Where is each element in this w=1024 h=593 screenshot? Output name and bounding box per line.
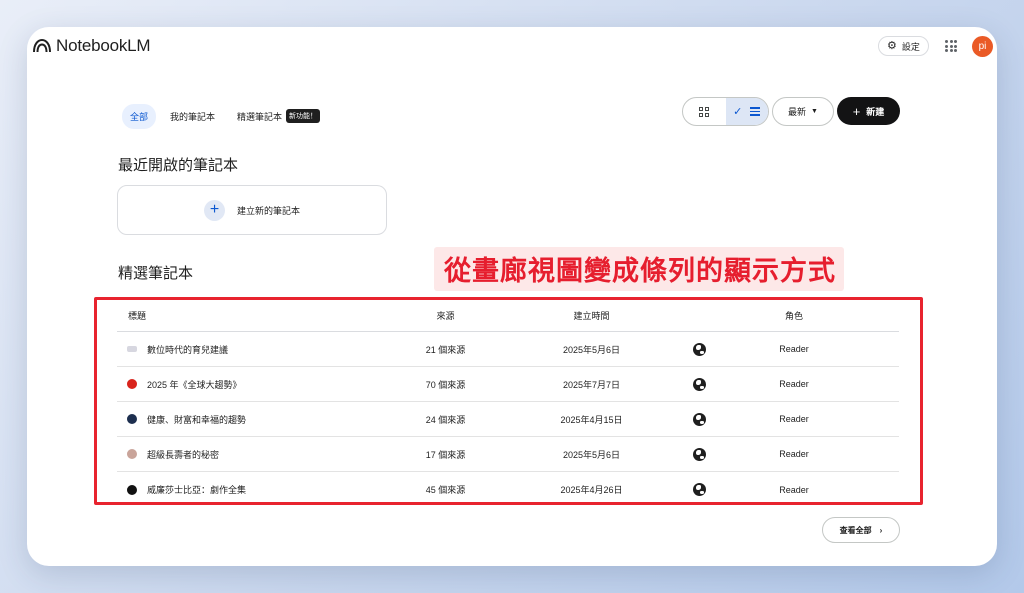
row-visibility-cell [659, 412, 739, 426]
row-visibility-cell [659, 483, 739, 496]
annotation-callout: 從畫廊視圖變成條列的顯示方式 [434, 247, 844, 291]
settings-button[interactable]: ⚙ 設定 [878, 36, 929, 56]
public-globe-icon [692, 412, 706, 426]
sort-label: 最新 [788, 107, 807, 117]
tab-all[interactable]: 全部 [122, 103, 157, 129]
caret-down-icon: ▼ [811, 108, 818, 115]
row-sources: 21 個來源 [425, 344, 466, 355]
row-visibility-cell [659, 447, 739, 461]
table-row[interactable]: 2025 年《全球大趨勢》 70 個來源 2025年7月7日 Reader [117, 367, 899, 402]
row-title-cell: 超級長壽者的秘密 [117, 448, 367, 461]
row-created: 2025年5月6日 [562, 344, 621, 355]
new-feature-badge: 新功能！ [286, 109, 321, 123]
notebook-thumbnail-icon [127, 379, 137, 389]
tab-label: 全部 [130, 111, 149, 122]
row-role: Reader [779, 379, 809, 389]
notebook-thumbnail-icon [127, 449, 137, 459]
notebook-thumbnail-icon [127, 484, 137, 495]
public-globe-icon [692, 447, 706, 461]
column-header-created[interactable]: 建立時間 [524, 309, 659, 322]
row-sources: 17 個來源 [425, 449, 466, 460]
row-visibility-cell [659, 377, 739, 391]
tab-label: 精選筆記本 [237, 111, 283, 122]
grid-view-icon [699, 106, 710, 117]
table-header: 標題 來源 建立時間 角色 [117, 299, 899, 332]
notebook-thumbnail-icon [127, 346, 137, 352]
new-label: 新建 [866, 106, 885, 117]
gear-icon: ⚙ [887, 39, 897, 52]
row-role: Reader [779, 344, 809, 354]
row-role: Reader [779, 484, 809, 495]
row-title: 數位時代的育兒建議 [147, 344, 229, 355]
chevron-right-icon: › [879, 525, 883, 535]
row-created: 2025年5月6日 [562, 449, 621, 460]
avatar[interactable]: pi [972, 36, 993, 57]
app-logo[interactable]: NotebookLM [33, 36, 151, 56]
public-globe-icon [692, 483, 706, 496]
public-globe-icon [692, 377, 706, 391]
row-title-cell: 數位時代的育兒建議 [117, 343, 367, 356]
settings-label: 設定 [901, 41, 920, 52]
list-view-icon [750, 107, 761, 116]
column-header-title[interactable]: 標題 [117, 309, 367, 322]
table-row[interactable]: 超級長壽者的秘密 17 個來源 2025年5月6日 Reader [117, 437, 899, 472]
row-title: 威廉莎士比亞：劇作全集 [147, 485, 247, 495]
notebooklm-logo-icon [33, 39, 51, 53]
view-all-button[interactable]: 查看全部 › [822, 517, 900, 543]
row-sources: 70 個來源 [425, 379, 466, 390]
featured-notebooks-table: 標題 來源 建立時間 角色 數位時代的育兒建議 21 個來源 2025年5月6日… [117, 299, 899, 507]
row-title: 超級長壽者的秘密 [147, 449, 220, 460]
column-header-role[interactable]: 角色 [739, 309, 849, 322]
plus-icon: + [203, 199, 225, 221]
sort-dropdown[interactable]: 最新 ▼ [772, 97, 834, 126]
table-row[interactable]: 威廉莎士比亞：劇作全集 45 個來源 2025年4月26日 Reader [117, 472, 899, 507]
row-created: 2025年4月15日 [560, 414, 623, 425]
create-notebook-label: 建立新的筆記本 [236, 205, 300, 216]
create-notebook-card[interactable]: + 建立新的筆記本 [117, 185, 387, 235]
filter-tabs: 全部 我的筆記本 精選筆記本 新功能！ [122, 103, 328, 129]
row-sources: 45 個來源 [425, 485, 466, 495]
app-window: NotebookLM ⚙ 設定 pi 全部 我的筆記本 精選筆記本 新功能！ ✓… [27, 27, 997, 566]
tab-my-notebooks[interactable]: 我的筆記本 [162, 104, 223, 129]
table-row[interactable]: 健康、財富和幸福的趨勢 24 個來源 2025年4月15日 Reader [117, 402, 899, 437]
row-title: 2025 年《全球大趨勢》 [147, 379, 242, 390]
app-title: NotebookLM [56, 36, 151, 55]
row-created: 2025年4月26日 [560, 485, 623, 495]
row-title-cell: 2025 年《全球大趨勢》 [117, 378, 367, 391]
grid-view-button[interactable] [683, 98, 726, 125]
plus-icon: + [852, 103, 861, 119]
row-sources: 24 個來源 [425, 414, 466, 425]
featured-section-title: 精選筆記本 [118, 265, 194, 282]
table-row[interactable]: 數位時代的育兒建議 21 個來源 2025年5月6日 Reader [117, 332, 899, 367]
row-title-cell: 健康、財富和幸福的趨勢 [117, 413, 367, 426]
row-role: Reader [779, 414, 809, 424]
row-visibility-cell [659, 342, 739, 356]
list-view-button[interactable]: ✓ [725, 98, 768, 125]
row-role: Reader [779, 449, 809, 459]
new-notebook-button[interactable]: + 新建 [837, 97, 900, 125]
row-created: 2025年7月7日 [562, 379, 621, 390]
view-all-label: 查看全部 [839, 525, 872, 535]
column-header-sources[interactable]: 來源 [367, 309, 524, 322]
row-title-cell: 威廉莎士比亞：劇作全集 [117, 483, 367, 496]
tab-label: 我的筆記本 [170, 111, 216, 122]
tab-featured-notebooks[interactable]: 精選筆記本 新功能！ [229, 103, 328, 129]
notebook-thumbnail-icon [127, 414, 137, 424]
recent-section-title: 最近開啟的筆記本 [118, 157, 239, 174]
public-globe-icon [692, 342, 706, 356]
apps-grid-icon[interactable] [945, 40, 957, 52]
row-title: 健康、財富和幸福的趨勢 [147, 414, 247, 425]
check-icon: ✓ [733, 106, 743, 118]
view-toggle: ✓ [682, 97, 769, 126]
